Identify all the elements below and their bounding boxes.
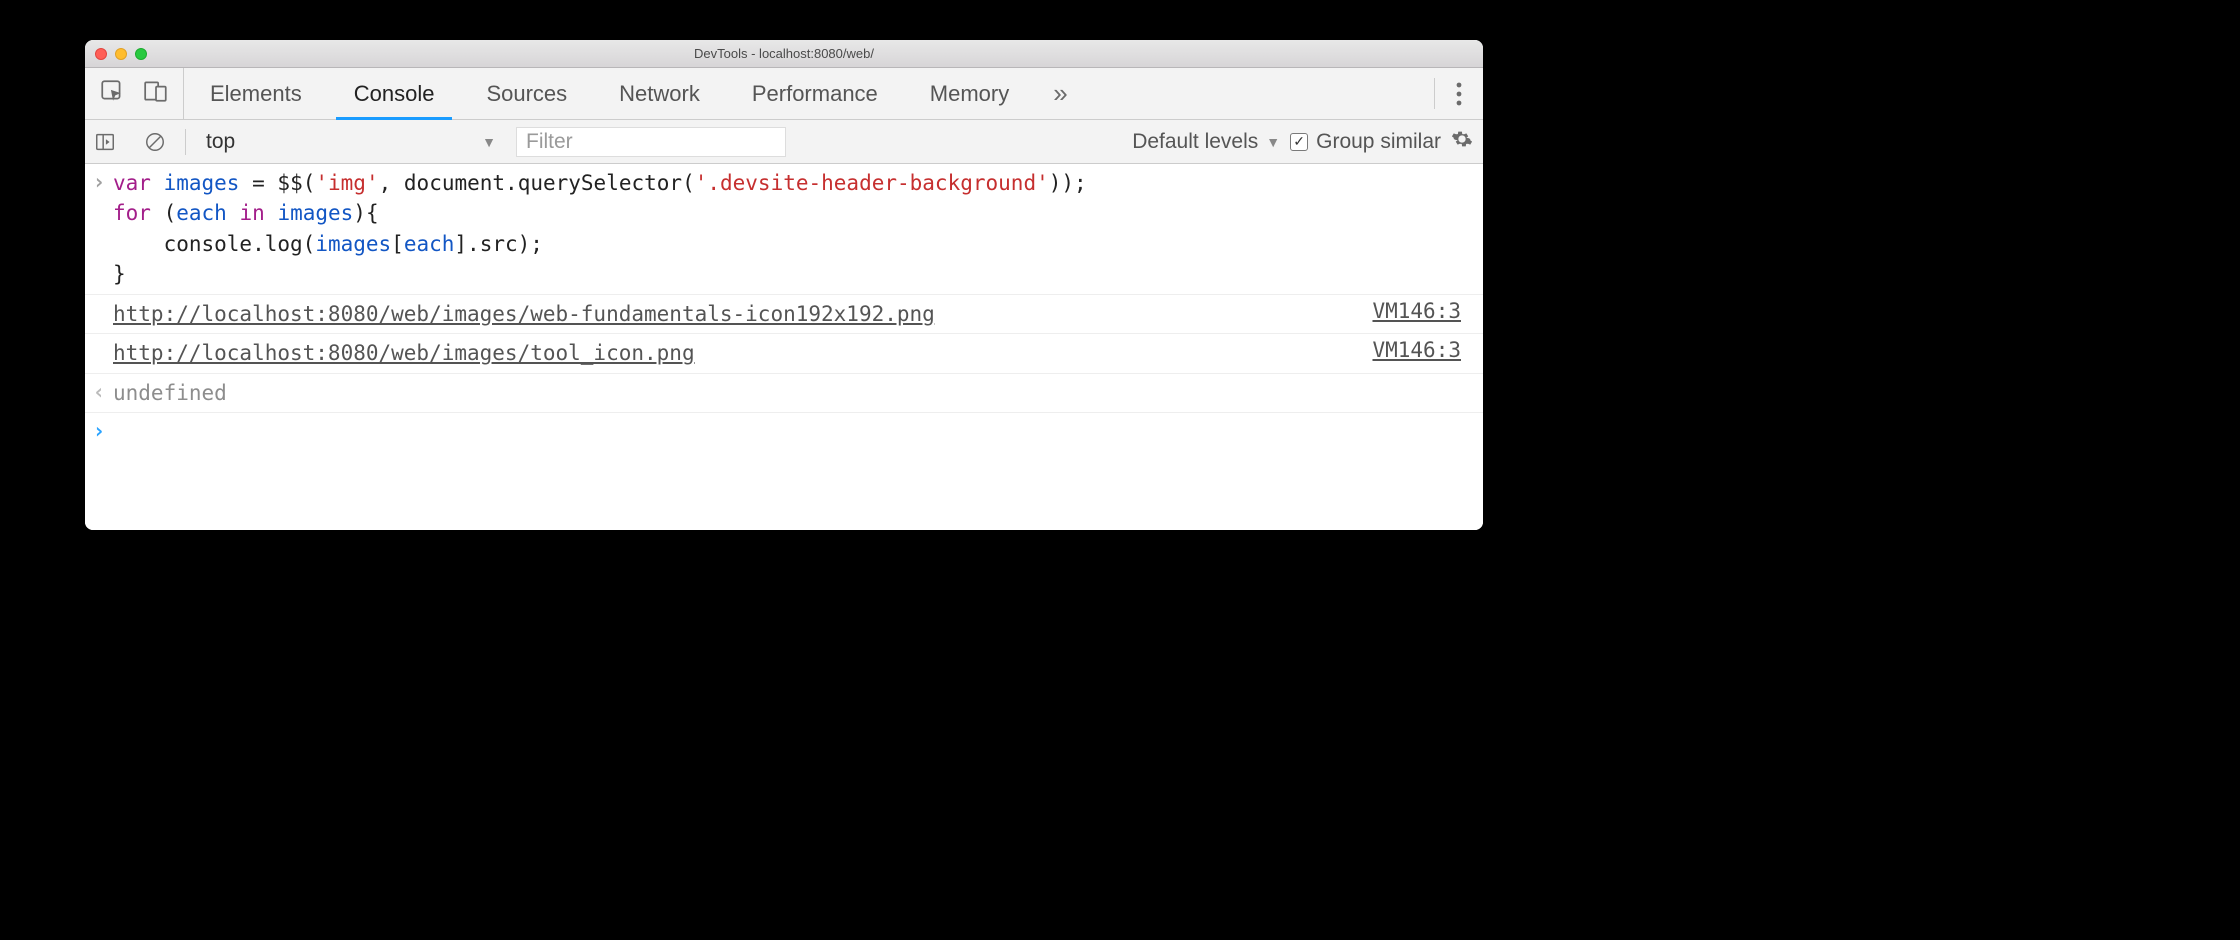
tab-performance[interactable]: Performance (726, 68, 904, 119)
input-chevron-icon: › (93, 170, 106, 194)
zoom-window-button[interactable] (135, 48, 147, 60)
console-input-echo: › var images = $$('img', document.queryS… (85, 164, 1483, 295)
console-log-row: http://localhost:8080/web/images/web-fun… (85, 295, 1483, 334)
inspect-element-icon[interactable] (99, 78, 125, 109)
group-similar-checkbox[interactable]: ✓ Group similar (1290, 130, 1441, 154)
log-message-link[interactable]: http://localhost:8080/web/images/web-fun… (113, 302, 935, 326)
window-controls (95, 48, 147, 60)
tab-memory[interactable]: Memory (904, 68, 1035, 119)
return-value: undefined (113, 378, 1475, 408)
minimize-window-button[interactable] (115, 48, 127, 60)
entered-code: var images = $$('img', document.querySel… (113, 168, 1475, 290)
devtools-window: DevTools - localhost:8080/web/ Elements … (85, 40, 1483, 530)
console-prompt-row[interactable]: › (85, 413, 1483, 447)
toggle-device-toolbar-icon[interactable] (143, 78, 169, 109)
source-link[interactable]: VM146:3 (1372, 299, 1461, 323)
prompt-chevron-icon: › (93, 419, 106, 443)
tab-elements[interactable]: Elements (184, 68, 328, 119)
titlebar: DevTools - localhost:8080/web/ (85, 40, 1483, 68)
tab-network[interactable]: Network (593, 68, 726, 119)
checkbox-icon: ✓ (1290, 133, 1308, 151)
console-return-row: ‹ undefined (85, 374, 1483, 413)
close-window-button[interactable] (95, 48, 107, 60)
console-toolbar: top ▼ Default levels ▼ ✓ Group similar (85, 120, 1483, 164)
dropdown-icon: ▼ (482, 134, 496, 150)
window-title: DevTools - localhost:8080/web/ (85, 46, 1483, 61)
source-link[interactable]: VM146:3 (1372, 338, 1461, 362)
clear-console-button[interactable] (135, 131, 175, 153)
tab-sources[interactable]: Sources (460, 68, 593, 119)
log-levels-selector[interactable]: Default levels ▼ (1132, 130, 1280, 154)
devtools-menu-button[interactable] (1435, 68, 1483, 119)
context-label: top (206, 130, 235, 154)
tabs-overflow-button[interactable]: » (1035, 68, 1085, 119)
dropdown-icon: ▼ (1266, 134, 1280, 150)
console-settings-button[interactable] (1451, 128, 1473, 155)
console-output[interactable]: › var images = $$('img', document.queryS… (85, 164, 1483, 530)
tab-list: Elements Console Sources Network Perform… (184, 68, 1035, 119)
toggle-sidebar-button[interactable] (85, 131, 125, 153)
filter-input[interactable] (516, 127, 786, 157)
return-chevron-icon: ‹ (93, 380, 106, 404)
tab-console[interactable]: Console (328, 68, 461, 119)
panel-tabs: Elements Console Sources Network Perform… (85, 68, 1483, 120)
execution-context-selector[interactable]: top ▼ (196, 126, 506, 158)
console-log-row: http://localhost:8080/web/images/tool_ic… (85, 334, 1483, 373)
log-message-link[interactable]: http://localhost:8080/web/images/tool_ic… (113, 341, 695, 365)
